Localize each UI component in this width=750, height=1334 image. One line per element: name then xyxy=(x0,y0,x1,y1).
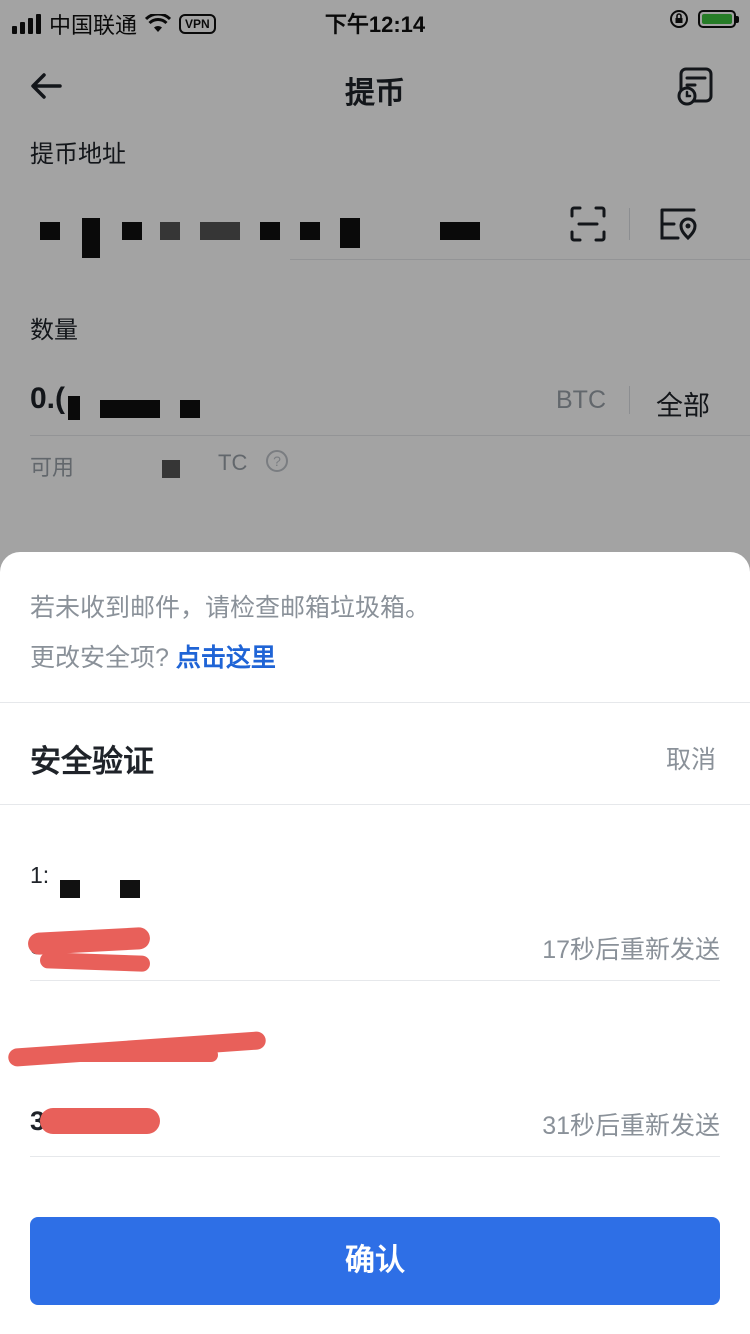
app-screen: 中国联通 VPN 下午12:14 提币 提币地址 数量 0.(BTC 全部 可… xyxy=(0,0,750,1334)
change-security-text: 更改安全项? xyxy=(30,644,169,672)
phone-resend-countdown: 17秒后重新发送 xyxy=(542,936,720,964)
phone-account: 1: xyxy=(30,862,50,888)
change-security-link[interactable]: 点击这里 xyxy=(176,644,276,672)
divider xyxy=(30,1156,720,1157)
redaction-block xyxy=(60,880,80,898)
redaction-stroke xyxy=(40,1108,160,1134)
security-verification-sheet: 若未收到邮件，请检查邮箱垃圾箱。 更改安全项? 点击这里 安全验证 取消 1: … xyxy=(0,552,750,1334)
cancel-button[interactable]: 取消 xyxy=(666,740,716,776)
divider xyxy=(0,804,750,805)
sheet-title: 安全验证 xyxy=(30,744,154,779)
redaction-block xyxy=(120,880,140,898)
divider xyxy=(0,702,750,703)
email-resend-countdown: 31秒后重新发送 xyxy=(542,1112,720,1140)
confirm-button[interactable]: 确认 xyxy=(30,1217,720,1305)
spam-tip: 若未收到邮件，请检查邮箱垃圾箱。 xyxy=(30,594,431,622)
redaction-stroke xyxy=(48,1048,218,1062)
change-security-tip: 更改安全项? 点击这里 xyxy=(30,638,276,674)
divider xyxy=(30,980,720,981)
